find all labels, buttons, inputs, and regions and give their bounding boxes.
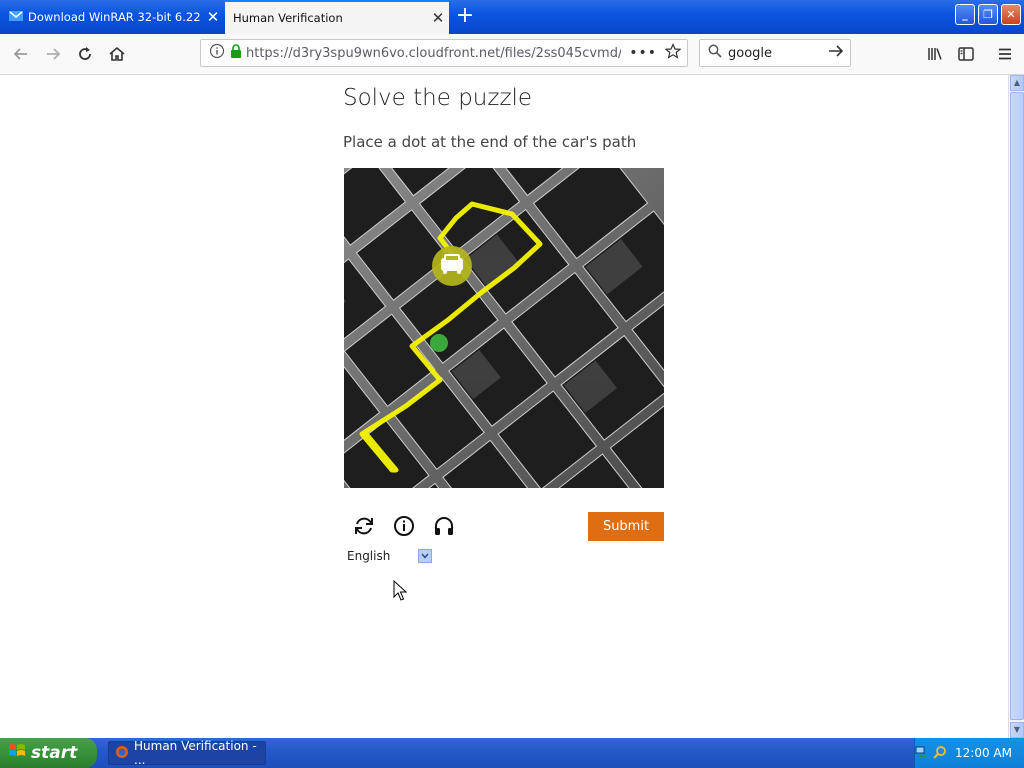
search-input[interactable]: google	[728, 46, 828, 61]
car-icon	[432, 246, 472, 286]
forward-arrow-icon	[47, 48, 61, 60]
close-tab-icon[interactable]: ✕	[427, 9, 449, 27]
refresh-icon	[355, 517, 373, 535]
close-window-button[interactable]: ✕	[1001, 4, 1021, 25]
puzzle-image[interactable]	[344, 168, 664, 488]
scrollbar-thumb[interactable]	[1010, 92, 1024, 720]
audio-challenge-button[interactable]	[431, 513, 457, 539]
sidebar-icon	[958, 47, 974, 61]
taskbar-item-label: Human Verification - ...	[134, 739, 257, 767]
language-select-value: English	[347, 549, 391, 563]
minimize-window-button[interactable]: _	[955, 4, 975, 25]
scroll-up-arrow-icon[interactable]: ▲	[1010, 75, 1024, 91]
headphones-icon	[435, 517, 453, 535]
windows-taskbar: start Human Verification - ... 12:00 AM	[0, 738, 1024, 768]
taskbar-item-firefox[interactable]: Human Verification - ...	[108, 739, 266, 767]
info-circle-icon	[394, 516, 414, 536]
scroll-down-arrow-icon[interactable]: ▼	[1010, 722, 1024, 738]
tab-human-verification[interactable]: Human Verification ✕	[225, 0, 449, 34]
winrar-favicon-icon	[8, 9, 28, 26]
placed-dot	[430, 334, 448, 352]
search-go-arrow-icon[interactable]	[828, 44, 844, 62]
browser-toolbar: https://d3ry3spu9wn6vo.cloudfront.net/fi…	[0, 34, 1024, 75]
browser-titlebar: Download WinRAR 32-bit 6.22 for ✕ Human …	[0, 0, 1024, 34]
library-button[interactable]	[922, 41, 948, 67]
chevron-down-icon[interactable]	[418, 549, 432, 563]
network-icon[interactable]	[915, 745, 929, 762]
language-select[interactable]: English	[344, 547, 432, 565]
home-icon	[109, 46, 125, 61]
info-icon[interactable]	[209, 43, 225, 63]
submit-button[interactable]: Submit	[588, 512, 664, 541]
tab-label: Download WinRAR 32-bit 6.22 for	[28, 10, 202, 24]
firefox-icon	[115, 745, 129, 762]
new-tab-button[interactable]: +	[452, 4, 478, 30]
start-button[interactable]: start	[0, 738, 97, 768]
search-icon	[708, 44, 722, 62]
url-text: https://d3ry3spu9wn6vo.cloudfront.net/fi…	[246, 45, 622, 61]
back-button[interactable]	[8, 41, 34, 67]
vertical-scrollbar[interactable]: ▲ ▼	[1008, 75, 1024, 738]
tab-label: Human Verification	[233, 11, 343, 25]
close-tab-icon[interactable]: ✕	[202, 8, 224, 26]
city-map-illustration[interactable]	[344, 168, 664, 488]
mouse-cursor-icon	[393, 580, 407, 601]
tab-winrar[interactable]: Download WinRAR 32-bit 6.22 for ✕	[0, 0, 224, 34]
windows-logo-icon	[8, 742, 26, 765]
page-title: Solve the puzzle	[343, 85, 533, 111]
puzzle-instruction: Place a dot at the end of the car's path	[343, 133, 637, 151]
lock-icon	[230, 43, 242, 63]
sidebar-toggle-button[interactable]	[953, 41, 979, 67]
reload-button[interactable]	[72, 41, 98, 67]
start-label: start	[31, 743, 78, 763]
restore-window-button[interactable]: ❐	[978, 4, 998, 25]
search-bar[interactable]: google	[699, 39, 851, 67]
home-button[interactable]	[104, 41, 130, 67]
back-arrow-icon	[13, 48, 27, 60]
library-icon	[928, 48, 942, 60]
address-bar[interactable]: https://d3ry3spu9wn6vo.cloudfront.net/fi…	[200, 39, 688, 67]
forward-button[interactable]	[40, 41, 66, 67]
clock: 12:00 AM	[955, 746, 1012, 760]
info-button[interactable]	[391, 513, 417, 539]
bookmark-star-icon[interactable]	[664, 43, 682, 63]
refresh-puzzle-button[interactable]	[351, 513, 377, 539]
system-tray: 12:00 AM	[914, 738, 1024, 768]
menu-button[interactable]	[992, 41, 1018, 67]
page-content: Solve the puzzle Place a dot at the end …	[0, 75, 1008, 738]
reload-icon	[79, 47, 91, 60]
hamburger-menu-icon	[999, 48, 1011, 60]
search-tray-icon[interactable]	[933, 745, 947, 762]
page-actions-icon[interactable]: •••	[629, 45, 657, 61]
